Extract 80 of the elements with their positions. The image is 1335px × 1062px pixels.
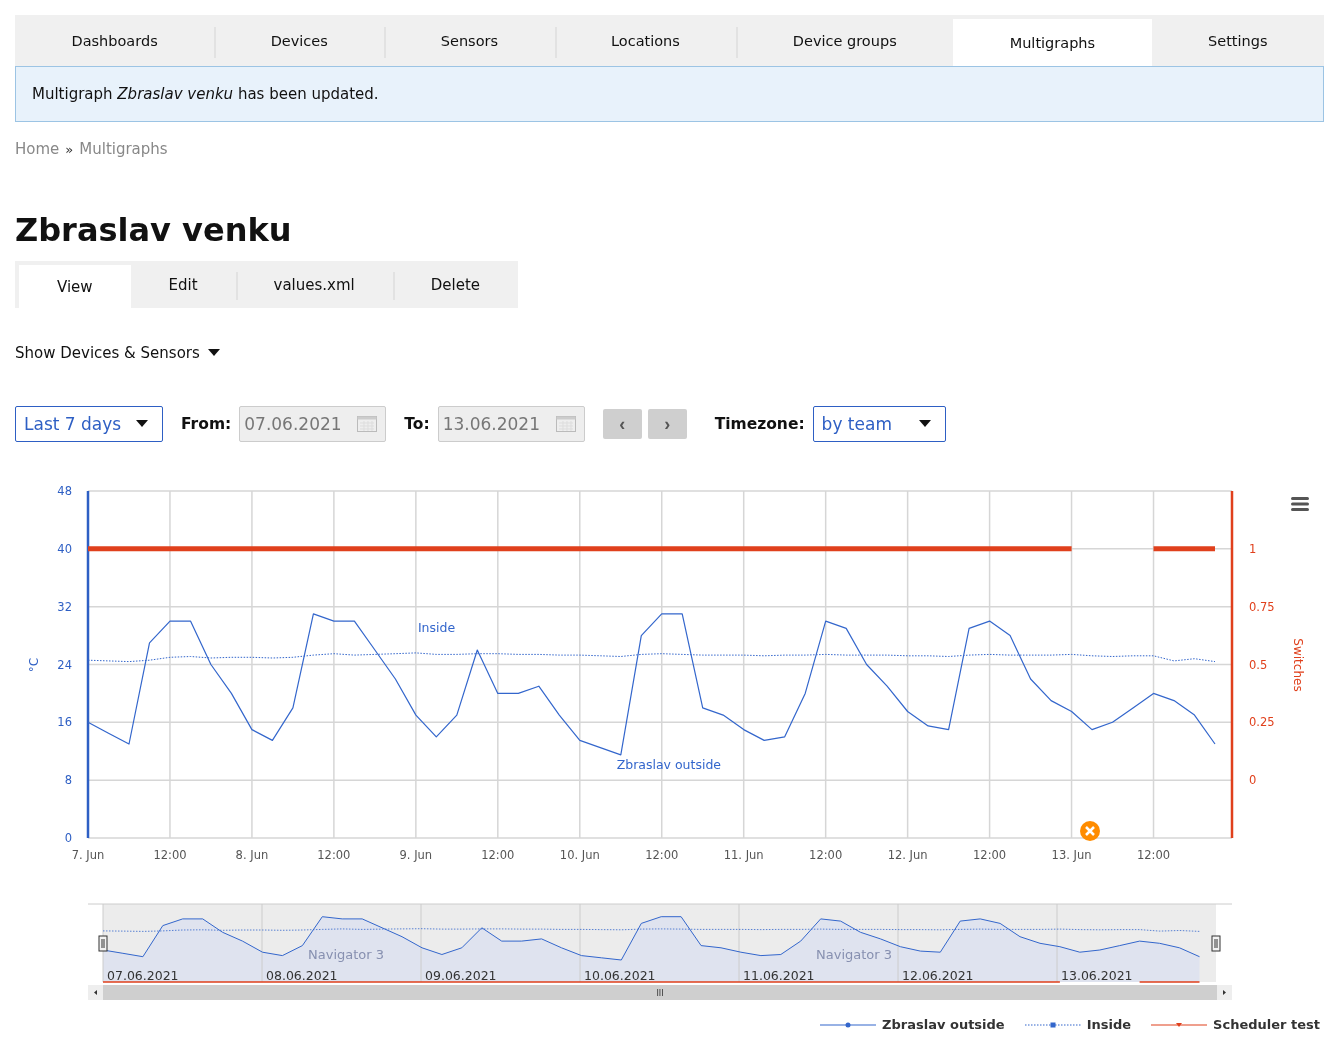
axis-label: 12:00 (809, 848, 843, 862)
view-tab[interactable]: Delete (392, 261, 518, 308)
calendar-icon (357, 416, 378, 432)
axis-label: 12:00 (481, 848, 515, 862)
navigator-label: Navigator 3 (308, 947, 384, 962)
timezone-label: Timezone: (714, 415, 805, 433)
axis-label: 9. Jun (399, 848, 433, 862)
axis-label: 11. Jun (723, 848, 764, 862)
view-tab[interactable]: Edit (130, 261, 236, 308)
axis-label: 32 (57, 599, 72, 614)
caret-icon (918, 420, 931, 428)
success-alert: Multigraph Zbraslav venku has been updated. (15, 66, 1324, 122)
axis-label: 40 (57, 541, 72, 556)
axis-label: 0.5 (1249, 657, 1268, 672)
from-label: From: (181, 415, 232, 433)
nav-tab[interactable]: Settings (1151, 15, 1325, 66)
axis-label: 0 (1249, 773, 1257, 788)
axis-label: 7. Jun (71, 848, 105, 862)
navigator-label: Navigator 3 (816, 947, 892, 962)
nav-tab[interactable]: Dashboards (15, 15, 215, 66)
menu-icon[interactable] (1291, 497, 1309, 511)
next-button[interactable]: › (647, 409, 687, 439)
axis-label: 12:00 (1136, 848, 1171, 862)
navigator-panel[interactable] (103, 904, 1216, 982)
range-handle[interactable] (98, 935, 108, 952)
axis-label: 12:00 (645, 848, 679, 862)
axis-label: 0 (64, 831, 72, 845)
nav-tab[interactable]: Multigraphs (953, 19, 1152, 66)
axis-label: 0.25 (1249, 715, 1275, 730)
scrollbar[interactable] (88, 985, 1232, 1000)
date-label: 11.06.2021 (743, 968, 815, 983)
date-label: 09.06.2021 (425, 968, 497, 983)
axis-label: 24 (57, 657, 72, 672)
date-label: 07.06.2021 (107, 968, 179, 983)
legend-item[interactable]: Zbraslav outside (820, 1017, 1005, 1032)
date-label: 12.06.2021 (902, 968, 974, 983)
to-label: To: (404, 415, 430, 433)
legend-item[interactable]: Inside (1024, 1017, 1132, 1032)
breadcrumb-separator: » (65, 141, 74, 157)
reset-zoom-icon[interactable] (1080, 821, 1100, 841)
show-devices-toggle[interactable]: Show Devices & Sensors (15, 344, 220, 362)
axis-label: 12. Jun (887, 848, 928, 862)
line-label: Inside (417, 619, 456, 635)
caret-icon (207, 349, 220, 357)
previous-button[interactable]: ‹ (602, 409, 642, 439)
axis-label: 8 (64, 773, 72, 788)
caret-icon (136, 420, 148, 428)
date-label: 10.06.2021 (584, 968, 656, 983)
axis-label: 12:00 (317, 848, 351, 862)
range-select[interactable]: Last 7 days (15, 406, 163, 442)
nav-tab[interactable]: Device groups (736, 15, 954, 66)
axis-label: 1 (1249, 541, 1257, 556)
axis-title: Switches (1291, 638, 1305, 692)
axis-label: 0.75 (1249, 599, 1275, 614)
line-label: Zbraslav outside (616, 757, 722, 773)
calendar-icon (555, 416, 576, 432)
axis-label: 10. Jun (559, 848, 600, 862)
date-label: 08.06.2021 (266, 968, 338, 983)
to-date-field[interactable]: 13.06.2021 (437, 406, 585, 442)
view-tab[interactable]: values.xml (235, 261, 393, 308)
axis-title: °C (27, 657, 41, 673)
breadcrumb-link[interactable]: Home (15, 140, 60, 158)
nav-tab[interactable]: Locations (554, 15, 737, 66)
page-title: Zbraslav venku (15, 211, 293, 249)
timezone-select[interactable]: by team (812, 406, 946, 442)
legend-item[interactable]: Scheduler test (1151, 1017, 1320, 1032)
axis-label: 13. Jun (1051, 848, 1092, 862)
axis-label: 12:00 (973, 848, 1007, 862)
axis-label: 16 (57, 715, 72, 730)
breadcrumb-link[interactable]: Multigraphs (79, 140, 168, 158)
scrollbar-grip[interactable]: III (656, 989, 664, 998)
range-handle[interactable] (1211, 935, 1221, 952)
axis-label: 48 (57, 484, 72, 498)
axis-label: 8. Jun (235, 848, 269, 862)
axis-label: 12:00 (153, 848, 187, 862)
nav-tab[interactable]: Devices (214, 15, 385, 66)
from-date-field[interactable]: 07.06.2021 (239, 406, 387, 442)
view-tab[interactable]: View (19, 265, 131, 308)
nav-tab[interactable]: Sensors (384, 15, 555, 66)
date-label: 13.06.2021 (1061, 968, 1133, 983)
